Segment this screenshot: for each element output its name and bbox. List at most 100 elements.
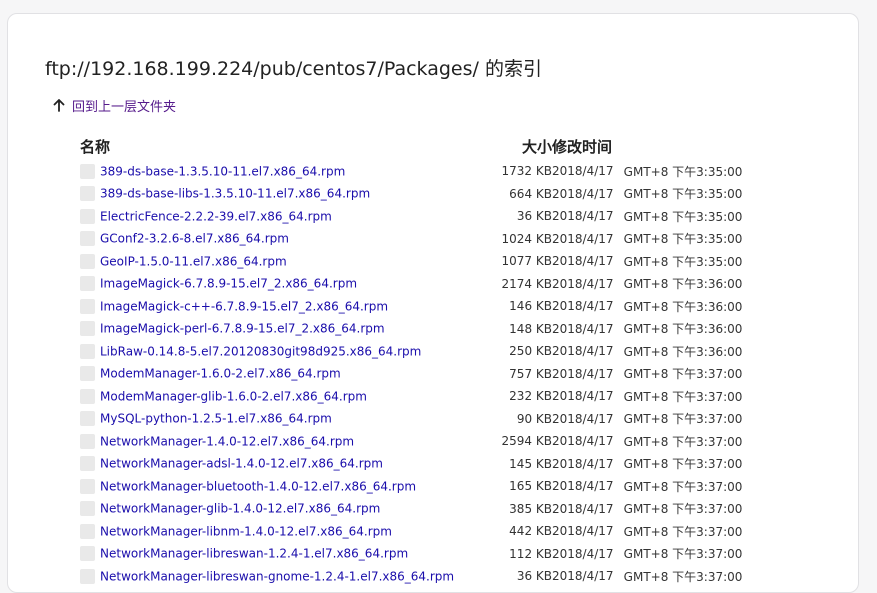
- table-row: ElectricFence-2.2.2-39.el7.x86_64.rpm 36 …: [80, 205, 762, 228]
- table-row: LibRaw-0.14.8-5.el7.20120830git98d925.x8…: [80, 340, 762, 363]
- file-icon: [80, 208, 95, 224]
- file-date: 2018/4/17: [552, 524, 614, 539]
- table-row: ImageMagick-perl-6.7.8.9-15.el7_2.x86_64…: [80, 318, 762, 341]
- table-row: 389-ds-base-1.3.5.10-11.el7.x86_64.rpm 17…: [80, 160, 762, 183]
- file-size: 2594 KB: [501, 434, 552, 449]
- file-link[interactable]: NetworkManager-libreswan-gnome-1.2.4-1.e…: [100, 569, 454, 583]
- file-name-cell: ImageMagick-perl-6.7.8.9-15.el7_2.x86_64…: [80, 318, 480, 341]
- file-link[interactable]: 389-ds-base-1.3.5.10-11.el7.x86_64.rpm: [100, 164, 345, 178]
- table-row: NetworkManager-libnm-1.4.0-12.el7.x86_64…: [80, 520, 762, 543]
- file-name-cell: NetworkManager-libnm-1.4.0-12.el7.x86_64…: [80, 520, 480, 543]
- file-link[interactable]: ModemManager-glib-1.6.0-2.el7.x86_64.rpm: [100, 389, 367, 403]
- file-icon: [80, 321, 95, 337]
- file-icon: [80, 186, 95, 202]
- file-date: 2018/4/17: [552, 501, 614, 516]
- file-table: 名称 大小 修改时间 389-ds-base-1.3.5.10-11.el7.x…: [80, 132, 762, 588]
- table-row: 389-ds-base-libs-1.3.5.10-11.el7.x86_64.…: [80, 183, 762, 206]
- file-link[interactable]: 389-ds-base-libs-1.3.5.10-11.el7.x86_64.…: [100, 187, 370, 201]
- file-time: GMT+8 下午3:37:00: [623, 412, 743, 427]
- column-header-name[interactable]: 名称: [80, 132, 480, 160]
- file-date: 2018/4/17: [552, 344, 614, 359]
- file-link[interactable]: GConf2-3.2.6-8.el7.x86_64.rpm: [100, 232, 289, 246]
- file-link[interactable]: GeoIP-1.5.0-11.el7.x86_64.rpm: [100, 254, 287, 268]
- file-size: 757 KB: [509, 366, 552, 381]
- file-link[interactable]: ImageMagick-perl-6.7.8.9-15.el7_2.x86_64…: [100, 322, 385, 336]
- file-name-cell: ModemManager-glib-1.6.0-2.el7.x86_64.rpm: [80, 385, 480, 408]
- table-row: NetworkManager-libreswan-1.2.4-1.el7.x86…: [80, 543, 762, 566]
- file-icon: [80, 501, 95, 517]
- file-link[interactable]: ImageMagick-c++-6.7.8.9-15.el7_2.x86_64.…: [100, 299, 388, 313]
- file-time: GMT+8 下午3:35:00: [623, 187, 743, 202]
- directory-listing-card: ftp://192.168.199.224/pub/centos7/Packag…: [7, 13, 859, 593]
- file-link[interactable]: LibRaw-0.14.8-5.el7.20120830git98d925.x8…: [100, 344, 421, 358]
- table-row: GConf2-3.2.6-8.el7.x86_64.rpm 1024 KB 2018…: [80, 228, 762, 251]
- file-icon: [80, 366, 95, 382]
- file-date: 2018/4/17: [552, 276, 614, 291]
- file-size: 1077 KB: [501, 254, 552, 269]
- file-icon: [80, 298, 95, 314]
- file-time: GMT+8 下午3:35:00: [623, 209, 743, 224]
- file-link[interactable]: NetworkManager-adsl-1.4.0-12.el7.x86_64.…: [100, 457, 383, 471]
- file-name-cell: NetworkManager-1.4.0-12.el7.x86_64.rpm: [80, 430, 480, 453]
- file-link[interactable]: NetworkManager-bluetooth-1.4.0-12.el7.x8…: [100, 479, 416, 493]
- file-link[interactable]: ElectricFence-2.2.2-39.el7.x86_64.rpm: [100, 209, 332, 223]
- file-link[interactable]: NetworkManager-libnm-1.4.0-12.el7.x86_64…: [100, 524, 392, 538]
- file-date: 2018/4/17: [552, 366, 614, 381]
- file-icon: [80, 433, 95, 449]
- table-row: ModemManager-1.6.0-2.el7.x86_64.rpm 757 K…: [80, 363, 762, 386]
- file-size: 232 KB: [509, 389, 552, 404]
- file-link[interactable]: MySQL-python-1.2.5-1.el7.x86_64.rpm: [100, 412, 332, 426]
- file-size: 250 KB: [509, 344, 552, 359]
- table-row: GeoIP-1.5.0-11.el7.x86_64.rpm 1077 KB 2018…: [80, 250, 762, 273]
- file-icon: [80, 411, 95, 427]
- file-icon: [80, 276, 95, 292]
- file-link[interactable]: NetworkManager-glib-1.4.0-12.el7.x86_64.…: [100, 502, 380, 516]
- file-date: 2018/4/17: [552, 209, 614, 224]
- file-link[interactable]: NetworkManager-1.4.0-12.el7.x86_64.rpm: [100, 434, 354, 448]
- file-name-cell: GConf2-3.2.6-8.el7.x86_64.rpm: [80, 228, 480, 251]
- parent-directory-link[interactable]: 回到上一层文件夹: [52, 96, 176, 115]
- page-title: ftp://192.168.199.224/pub/centos7/Packag…: [45, 58, 542, 80]
- table-row: NetworkManager-adsl-1.4.0-12.el7.x86_64.…: [80, 453, 762, 476]
- file-date: 2018/4/17: [552, 321, 614, 336]
- column-header-size[interactable]: 大小: [480, 132, 552, 160]
- file-name-cell: NetworkManager-libreswan-1.2.4-1.el7.x86…: [80, 543, 480, 566]
- file-size: 148 KB: [509, 321, 552, 336]
- table-row: ImageMagick-6.7.8.9-15.el7_2.x86_64.rpm 2…: [80, 273, 762, 296]
- file-date: 2018/4/17: [552, 299, 614, 314]
- column-header-modified[interactable]: 修改时间: [552, 132, 762, 160]
- file-icon: [80, 253, 95, 269]
- file-size: 146 KB: [509, 299, 552, 314]
- file-rows: 389-ds-base-1.3.5.10-11.el7.x86_64.rpm 17…: [80, 160, 762, 588]
- file-time: GMT+8 下午3:36:00: [623, 322, 743, 337]
- file-time: GMT+8 下午3:35:00: [623, 254, 743, 269]
- file-name-cell: ImageMagick-c++-6.7.8.9-15.el7_2.x86_64.…: [80, 295, 480, 318]
- file-time: GMT+8 下午3:37:00: [623, 389, 743, 404]
- table-header-row: 名称 大小 修改时间: [80, 132, 762, 160]
- file-link[interactable]: NetworkManager-libreswan-1.2.4-1.el7.x86…: [100, 547, 408, 561]
- file-date: 2018/4/17: [552, 164, 614, 179]
- file-link[interactable]: ImageMagick-6.7.8.9-15.el7_2.x86_64.rpm: [100, 277, 357, 291]
- file-icon: [80, 523, 95, 539]
- file-name-cell: 389-ds-base-libs-1.3.5.10-11.el7.x86_64.…: [80, 183, 480, 206]
- file-icon: [80, 456, 95, 472]
- file-icon: [80, 163, 95, 179]
- file-size: 36 KB: [516, 209, 552, 224]
- file-date: 2018/4/17: [552, 254, 614, 269]
- file-size: 664 KB: [509, 186, 552, 201]
- file-size: 165 KB: [509, 479, 552, 494]
- table-row: NetworkManager-glib-1.4.0-12.el7.x86_64.…: [80, 498, 762, 521]
- file-size: 1024 KB: [501, 231, 552, 246]
- file-size: 36 KB: [516, 569, 552, 584]
- file-time: GMT+8 下午3:37:00: [623, 569, 743, 584]
- table-row: NetworkManager-libreswan-gnome-1.2.4-1.e…: [80, 565, 762, 588]
- file-date: 2018/4/17: [552, 231, 614, 246]
- table-row: ModemManager-glib-1.6.0-2.el7.x86_64.rpm…: [80, 385, 762, 408]
- file-time: GMT+8 下午3:37:00: [623, 547, 743, 562]
- file-size: 385 KB: [509, 501, 552, 516]
- table-row: NetworkManager-bluetooth-1.4.0-12.el7.x8…: [80, 475, 762, 498]
- file-link[interactable]: ModemManager-1.6.0-2.el7.x86_64.rpm: [100, 367, 341, 381]
- file-time: GMT+8 下午3:35:00: [623, 164, 743, 179]
- file-time: GMT+8 下午3:36:00: [623, 299, 743, 314]
- file-name-cell: NetworkManager-libreswan-gnome-1.2.4-1.e…: [80, 565, 480, 588]
